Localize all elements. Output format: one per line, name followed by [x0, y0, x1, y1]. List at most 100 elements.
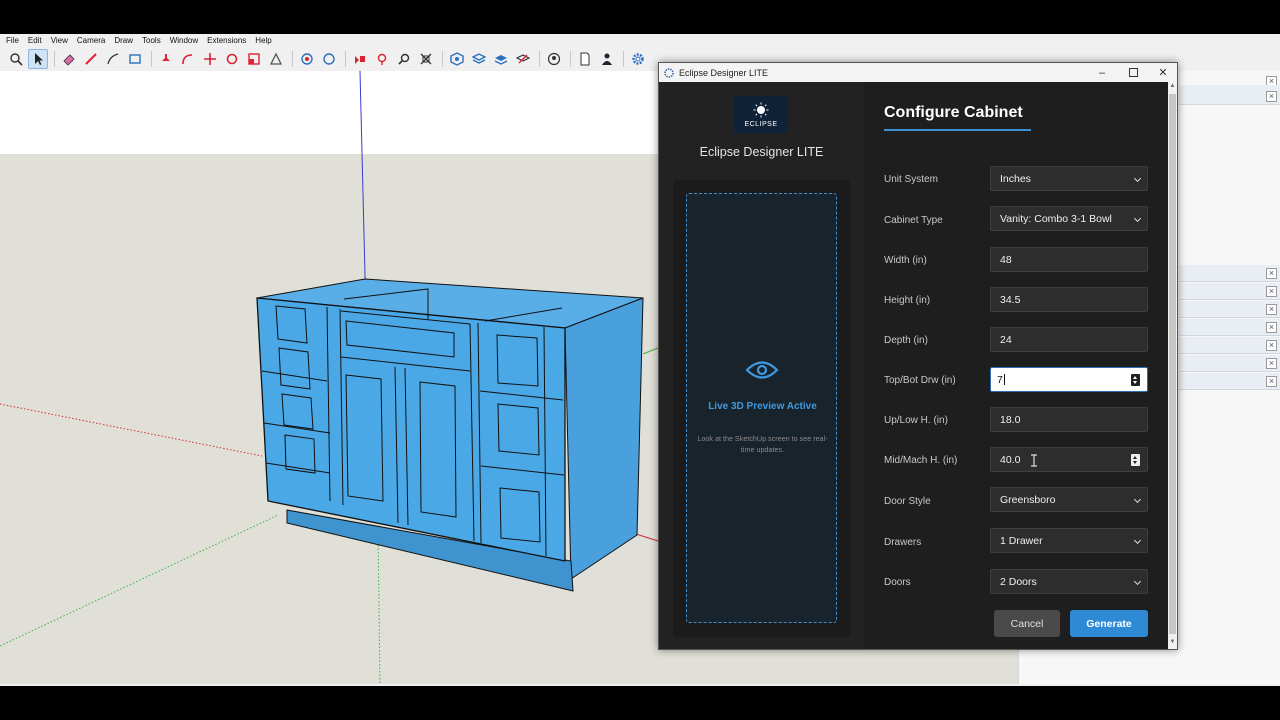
door-style-value: Greensboro [1000, 493, 1056, 506]
preview-panel: Live 3D Preview Active Look at the Sketc… [673, 180, 850, 637]
top-bot-drw-input[interactable]: 7 [990, 367, 1148, 392]
generate-button[interactable]: Generate [1070, 610, 1148, 637]
mid-mach-h-value: 40.0 [1000, 453, 1021, 466]
unit-system-label: Unit System [884, 174, 938, 185]
close-icon[interactable]: × [1266, 376, 1277, 387]
scroll-down-icon[interactable]: ▼ [1169, 639, 1176, 647]
line-icon[interactable] [103, 49, 123, 69]
close-icon[interactable]: × [1266, 268, 1277, 279]
menu-file[interactable]: File [6, 36, 19, 45]
doors-select[interactable]: 2 Doors [990, 569, 1148, 594]
select-icon[interactable] [28, 49, 48, 69]
tray-panel-row[interactable] [1179, 337, 1280, 354]
user-icon[interactable] [544, 49, 564, 69]
menu-view[interactable]: View [51, 36, 68, 45]
screen: File Edit View Camera Draw Tools Window … [0, 0, 1280, 720]
preview-hint: Look at the SketchUp screen to see real-… [697, 434, 828, 454]
close-icon[interactable]: × [1266, 304, 1277, 315]
tray-panel-row[interactable] [1179, 283, 1280, 300]
menu-help[interactable]: Help [255, 36, 271, 45]
height-label: Height (in) [884, 295, 931, 306]
zoom-icon[interactable] [350, 49, 370, 69]
close-icon[interactable]: × [1266, 91, 1277, 102]
spinner-arrows-icon[interactable] [1131, 454, 1140, 466]
close-icon[interactable]: × [1266, 340, 1277, 351]
up-low-h-input[interactable]: 18.0 [990, 407, 1148, 432]
depth-value: 24 [1000, 333, 1012, 346]
orbit-icon[interactable] [297, 49, 317, 69]
spinner-arrows-icon[interactable] [1131, 374, 1140, 386]
follow-me-icon[interactable] [178, 49, 198, 69]
close-icon[interactable]: × [1266, 358, 1277, 369]
tray-panel-row[interactable] [1179, 301, 1280, 318]
preview-status: Live 3D Preview Active [708, 401, 817, 412]
minimize-button[interactable]: – [1087, 63, 1117, 82]
component-icon[interactable] [447, 49, 467, 69]
toolbar-divider [292, 51, 293, 67]
maximize-icon [1128, 68, 1138, 77]
eclipse-designer-dialog: Eclipse Designer LITE – ✕ ECLIPSE Eclips… [658, 62, 1178, 650]
form-heading: Configure Cabinet [884, 104, 1023, 121]
depth-label: Depth (in) [884, 335, 928, 346]
eraser-icon[interactable] [59, 49, 79, 69]
rectangle-icon[interactable] [125, 49, 145, 69]
zoom-window-icon[interactable] [372, 49, 392, 69]
drawers-select[interactable]: 1 Drawer [990, 528, 1148, 553]
menu-window[interactable]: Window [170, 36, 198, 45]
mid-mach-h-input[interactable]: 40.0 [990, 447, 1148, 472]
scale-icon[interactable] [244, 49, 264, 69]
door-style-select[interactable]: Greensboro [990, 487, 1148, 512]
cabinet-type-value: Vanity: Combo 3-1 Bowl [1000, 212, 1112, 225]
document-icon[interactable] [575, 49, 595, 69]
rotate-icon[interactable] [222, 49, 242, 69]
maximize-button[interactable] [1118, 63, 1148, 82]
move-icon[interactable] [200, 49, 220, 69]
tray-panel-row[interactable] [1179, 265, 1280, 282]
fit-icon[interactable] [416, 49, 436, 69]
menu-draw[interactable]: Draw [114, 36, 133, 45]
tray-panel-row[interactable] [1179, 319, 1280, 336]
tray-panel-row[interactable] [1179, 85, 1280, 105]
pan-icon[interactable] [319, 49, 339, 69]
scroll-thumb[interactable] [1169, 94, 1176, 634]
unit-system-select[interactable]: Inches [990, 166, 1148, 191]
scroll-up-icon[interactable]: ▲ [1169, 83, 1176, 91]
styles-icon[interactable] [491, 49, 511, 69]
top-bot-drw-label: Top/Bot Drw (in) [884, 375, 956, 386]
gear-icon[interactable] [628, 49, 648, 69]
height-input[interactable]: 34.5 [990, 287, 1148, 312]
menu-camera[interactable]: Camera [77, 36, 105, 45]
sections-icon[interactable] [513, 49, 533, 69]
toolbar-divider [442, 51, 443, 67]
tray-panel-row[interactable] [1179, 373, 1280, 390]
close-icon[interactable]: × [1266, 322, 1277, 333]
cancel-button[interactable]: Cancel [994, 610, 1060, 637]
doors-label: Doors [884, 577, 911, 588]
cabinet-type-select[interactable]: Vanity: Combo 3-1 Bowl [990, 206, 1148, 231]
menu-extensions[interactable]: Extensions [207, 36, 246, 45]
person-icon[interactable] [597, 49, 617, 69]
depth-input[interactable]: 24 [990, 327, 1148, 352]
push-pull-icon[interactable] [156, 49, 176, 69]
dialog-scrollbar[interactable]: ▲ ▼ [1168, 82, 1177, 649]
menu-edit[interactable]: Edit [28, 36, 42, 45]
offset-icon[interactable] [266, 49, 286, 69]
eclipse-logo-icon [753, 102, 769, 117]
width-input[interactable]: 48 [990, 247, 1148, 272]
zoom-extents-icon[interactable] [394, 49, 414, 69]
search-icon[interactable] [6, 49, 26, 69]
logo-text: ECLIPSE [744, 120, 778, 128]
toolbar-divider [345, 51, 346, 67]
close-icon[interactable]: × [1266, 286, 1277, 297]
tray-panel-row[interactable] [1179, 355, 1280, 372]
menu-tools[interactable]: Tools [142, 36, 161, 45]
toolbar-divider [151, 51, 152, 67]
unit-system-value: Inches [1000, 172, 1031, 185]
eye-icon [745, 361, 779, 379]
pencil-icon[interactable] [81, 49, 101, 69]
drawers-label: Drawers [884, 537, 922, 548]
close-button[interactable]: ✕ [1148, 63, 1178, 82]
up-low-h-label: Up/Low H. (in) [884, 415, 948, 426]
layers-icon[interactable] [469, 49, 489, 69]
dialog-titlebar[interactable]: Eclipse Designer LITE – ✕ [659, 63, 1177, 82]
